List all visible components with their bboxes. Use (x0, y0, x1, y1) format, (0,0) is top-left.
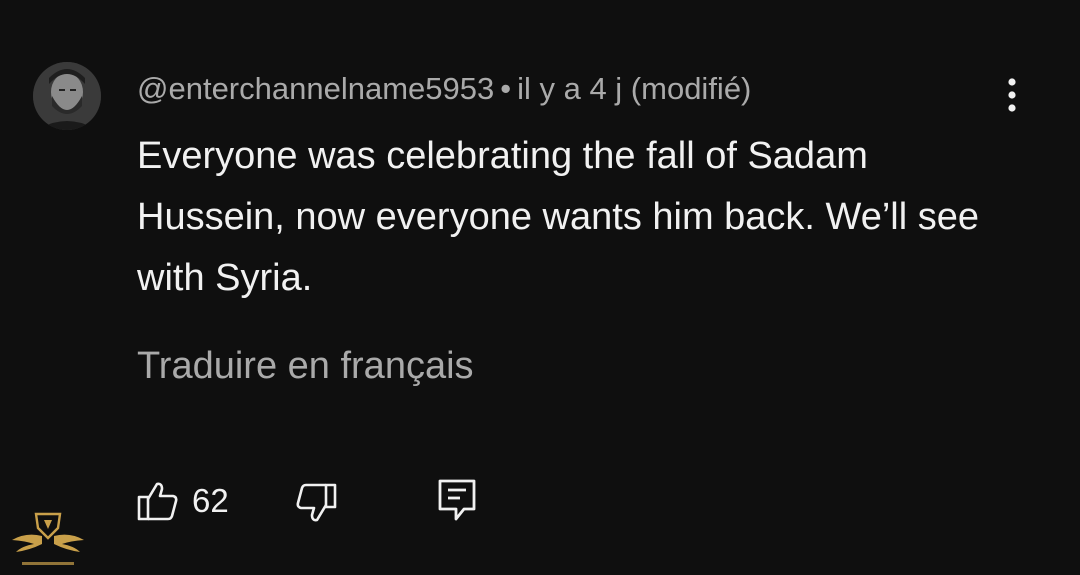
meta-separator: • (500, 71, 512, 106)
vertical-dots-icon[interactable] (996, 76, 1028, 116)
author-avatar[interactable] (33, 62, 101, 130)
author-handle[interactable]: @enterchannelname5953 (137, 71, 494, 106)
comment-timestamp: il y a 4 j (modifié) (517, 71, 752, 106)
comment-meta: @enterchannelname5953 • il y a 4 j (modifi… (137, 70, 751, 108)
thumbs-down-icon[interactable] (295, 482, 337, 524)
winged-shield-logo (8, 508, 88, 570)
like-count: 62 (192, 482, 229, 519)
comment-text: Everyone was celebrating the fall of Sad… (137, 135, 980, 299)
thumbs-up-icon[interactable] (137, 480, 179, 522)
comment-reply-icon[interactable] (437, 478, 477, 522)
translate-button[interactable]: Traduire en français (137, 343, 474, 389)
